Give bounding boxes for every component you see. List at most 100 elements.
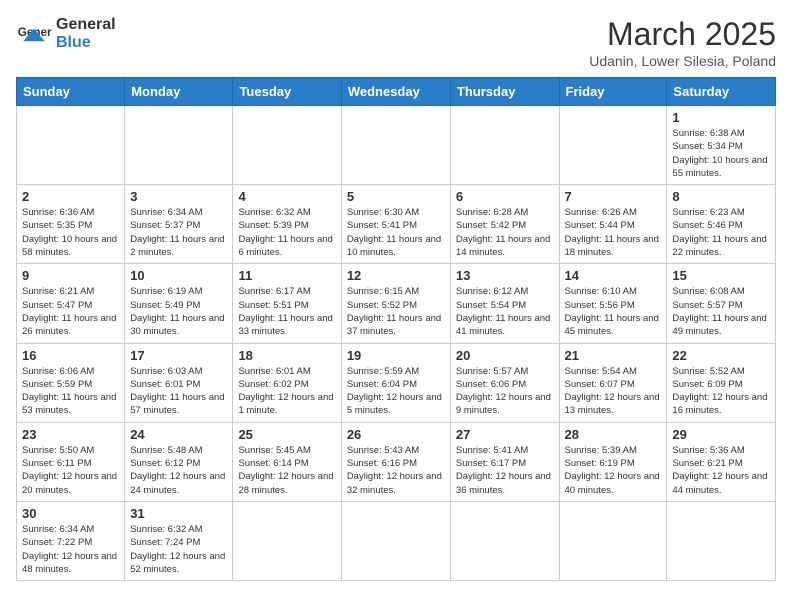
calendar-cell: 18 Sunrise: 6:01 AM Sunset: 6:02 PM Dayli… xyxy=(233,343,341,422)
day-number: 14 xyxy=(565,268,662,283)
day-info: Sunrise: 6:12 AM Sunset: 5:54 PM Dayligh… xyxy=(456,285,554,338)
calendar-cell: 20Sunrise: 5:57 AM Sunset: 6:06 PM Dayli… xyxy=(450,343,559,422)
weekday-header-friday: Friday xyxy=(559,78,667,106)
day-info: Sunrise: 6:32 AM Sunset: 7:24 PM Dayligh… xyxy=(130,523,227,576)
calendar-cell xyxy=(233,501,341,580)
day-number: 30 xyxy=(22,506,119,521)
day-number: 11 xyxy=(238,268,335,283)
day-number: 22 xyxy=(672,348,770,363)
calendar-cell: 16 Sunrise: 6:06 AM Sunset: 5:59 PM Dayli… xyxy=(17,343,125,422)
calendar-cell: 23Sunrise: 5:50 AM Sunset: 6:11 PM Dayli… xyxy=(17,422,125,501)
day-info: Sunrise: 6:26 AM Sunset: 5:44 PM Dayligh… xyxy=(565,206,662,259)
calendar-cell: 1 Sunrise: 6:38 AM Sunset: 5:34 PM Daylig… xyxy=(667,106,776,185)
day-number: 12 xyxy=(347,268,445,283)
calendar-cell xyxy=(233,106,341,185)
day-info: Sunrise: 5:59 AM Sunset: 6:04 PM Dayligh… xyxy=(347,365,445,418)
day-number: 21 xyxy=(565,348,662,363)
logo-blue-text: Blue xyxy=(56,34,116,52)
day-info: Sunrise: 5:52 AM Sunset: 6:09 PM Dayligh… xyxy=(672,365,770,418)
day-number: 26 xyxy=(347,427,445,442)
calendar-cell: 30 Sunrise: 6:34 AM Sunset: 7:22 PM Dayli… xyxy=(17,501,125,580)
day-number: 31 xyxy=(130,506,227,521)
calendar-cell xyxy=(17,106,125,185)
calendar-week-4: 23Sunrise: 5:50 AM Sunset: 6:11 PM Dayli… xyxy=(17,422,776,501)
day-info: Sunrise: 6:34 AM Sunset: 5:37 PM Dayligh… xyxy=(130,206,227,259)
calendar-cell: 31 Sunrise: 6:32 AM Sunset: 7:24 PM Dayli… xyxy=(125,501,233,580)
day-number: 6 xyxy=(456,189,554,204)
day-info: Sunrise: 5:36 AM Sunset: 6:21 PM Dayligh… xyxy=(672,444,770,497)
weekday-header-thursday: Thursday xyxy=(450,78,559,106)
day-number: 24 xyxy=(130,427,227,442)
calendar-cell: 15Sunrise: 6:08 AM Sunset: 5:57 PM Dayli… xyxy=(667,264,776,343)
calendar-week-2: 9Sunrise: 6:21 AM Sunset: 5:47 PM Daylig… xyxy=(17,264,776,343)
day-number: 23 xyxy=(22,427,119,442)
calendar-cell: 5 Sunrise: 6:30 AM Sunset: 5:41 PM Daylig… xyxy=(341,185,450,264)
calendar-cell xyxy=(559,501,667,580)
calendar-week-0: 1 Sunrise: 6:38 AM Sunset: 5:34 PM Daylig… xyxy=(17,106,776,185)
calendar-cell: 7Sunrise: 6:26 AM Sunset: 5:44 PM Daylig… xyxy=(559,185,667,264)
calendar-cell: 10Sunrise: 6:19 AM Sunset: 5:49 PM Dayli… xyxy=(125,264,233,343)
calendar-cell: 28 Sunrise: 5:39 AM Sunset: 6:19 PM Dayli… xyxy=(559,422,667,501)
day-number: 29 xyxy=(672,427,770,442)
day-info: Sunrise: 6:10 AM Sunset: 5:56 PM Dayligh… xyxy=(565,285,662,338)
day-number: 5 xyxy=(347,189,445,204)
day-number: 2 xyxy=(22,189,119,204)
calendar-cell xyxy=(341,106,450,185)
day-info: Sunrise: 6:34 AM Sunset: 7:22 PM Dayligh… xyxy=(22,523,119,576)
day-number: 8 xyxy=(672,189,770,204)
calendar-cell: 22 Sunrise: 5:52 AM Sunset: 6:09 PM Dayli… xyxy=(667,343,776,422)
day-info: Sunrise: 6:21 AM Sunset: 5:47 PM Dayligh… xyxy=(22,285,119,338)
calendar-cell xyxy=(450,106,559,185)
weekday-header-saturday: Saturday xyxy=(667,78,776,106)
day-number: 17 xyxy=(130,348,227,363)
day-number: 1 xyxy=(672,110,770,125)
weekday-header-row: SundayMondayTuesdayWednesdayThursdayFrid… xyxy=(17,78,776,106)
calendar-week-3: 16 Sunrise: 6:06 AM Sunset: 5:59 PM Dayli… xyxy=(17,343,776,422)
day-info: Sunrise: 6:38 AM Sunset: 5:34 PM Dayligh… xyxy=(672,127,770,180)
calendar-cell: 12 Sunrise: 6:15 AM Sunset: 5:52 PM Dayli… xyxy=(341,264,450,343)
day-number: 19 xyxy=(347,348,445,363)
calendar-cell: 8 Sunrise: 6:23 AM Sunset: 5:46 PM Daylig… xyxy=(667,185,776,264)
day-info: Sunrise: 6:06 AM Sunset: 5:59 PM Dayligh… xyxy=(22,365,119,418)
logo-general-text: General xyxy=(56,16,116,34)
header: General General Blue March 2025 Udanin, … xyxy=(16,16,776,69)
calendar-cell xyxy=(450,501,559,580)
day-info: Sunrise: 6:15 AM Sunset: 5:52 PM Dayligh… xyxy=(347,285,445,338)
day-info: Sunrise: 5:57 AM Sunset: 6:06 PM Dayligh… xyxy=(456,365,554,418)
calendar-cell xyxy=(667,501,776,580)
day-info: Sunrise: 6:03 AM Sunset: 6:01 PM Dayligh… xyxy=(130,365,227,418)
day-number: 13 xyxy=(456,268,554,283)
calendar-week-1: 2 Sunrise: 6:36 AM Sunset: 5:35 PM Daylig… xyxy=(17,185,776,264)
calendar-cell: 11Sunrise: 6:17 AM Sunset: 5:51 PM Dayli… xyxy=(233,264,341,343)
day-info: Sunrise: 5:43 AM Sunset: 6:16 PM Dayligh… xyxy=(347,444,445,497)
calendar-cell: 17 Sunrise: 6:03 AM Sunset: 6:01 PM Dayli… xyxy=(125,343,233,422)
day-info: Sunrise: 6:01 AM Sunset: 6:02 PM Dayligh… xyxy=(238,365,335,418)
title-area: March 2025 Udanin, Lower Silesia, Poland xyxy=(589,16,776,69)
day-number: 18 xyxy=(238,348,335,363)
calendar-week-5: 30 Sunrise: 6:34 AM Sunset: 7:22 PM Dayli… xyxy=(17,501,776,580)
logo: General General Blue xyxy=(16,16,116,52)
calendar-cell: 25Sunrise: 5:45 AM Sunset: 6:14 PM Dayli… xyxy=(233,422,341,501)
day-number: 28 xyxy=(565,427,662,442)
calendar-cell: 19 Sunrise: 5:59 AM Sunset: 6:04 PM Dayli… xyxy=(341,343,450,422)
calendar-table: SundayMondayTuesdayWednesdayThursdayFrid… xyxy=(16,77,776,581)
day-info: Sunrise: 6:23 AM Sunset: 5:46 PM Dayligh… xyxy=(672,206,770,259)
logo-icon: General xyxy=(16,16,52,52)
weekday-header-wednesday: Wednesday xyxy=(341,78,450,106)
month-title: March 2025 xyxy=(589,16,776,53)
day-info: Sunrise: 5:54 AM Sunset: 6:07 PM Dayligh… xyxy=(565,365,662,418)
day-number: 27 xyxy=(456,427,554,442)
day-number: 4 xyxy=(238,189,335,204)
location-subtitle: Udanin, Lower Silesia, Poland xyxy=(589,53,776,69)
day-info: Sunrise: 6:19 AM Sunset: 5:49 PM Dayligh… xyxy=(130,285,227,338)
day-info: Sunrise: 5:39 AM Sunset: 6:19 PM Dayligh… xyxy=(565,444,662,497)
day-info: Sunrise: 6:30 AM Sunset: 5:41 PM Dayligh… xyxy=(347,206,445,259)
calendar-cell: 27Sunrise: 5:41 AM Sunset: 6:17 PM Dayli… xyxy=(450,422,559,501)
day-info: Sunrise: 6:36 AM Sunset: 5:35 PM Dayligh… xyxy=(22,206,119,259)
day-number: 3 xyxy=(130,189,227,204)
calendar-cell: 26 Sunrise: 5:43 AM Sunset: 6:16 PM Dayli… xyxy=(341,422,450,501)
day-info: Sunrise: 5:45 AM Sunset: 6:14 PM Dayligh… xyxy=(238,444,335,497)
calendar-cell: 4 Sunrise: 6:32 AM Sunset: 5:39 PM Daylig… xyxy=(233,185,341,264)
day-info: Sunrise: 6:32 AM Sunset: 5:39 PM Dayligh… xyxy=(238,206,335,259)
day-number: 16 xyxy=(22,348,119,363)
